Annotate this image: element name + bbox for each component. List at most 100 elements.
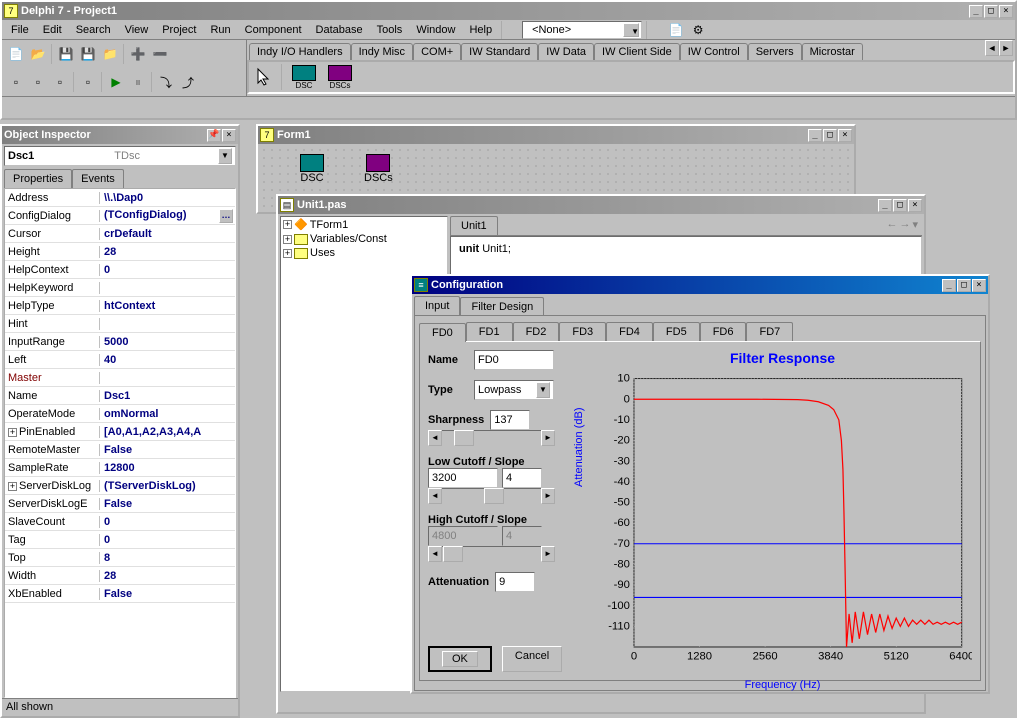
- fd-tab[interactable]: FD0: [419, 323, 466, 342]
- dropdown-icon[interactable]: ▼: [536, 382, 550, 398]
- saveall-icon[interactable]: 💾: [77, 43, 99, 65]
- menu-edit[interactable]: Edit: [36, 22, 69, 38]
- palette-tab[interactable]: IW Control: [680, 43, 748, 60]
- minimize-button[interactable]: _: [942, 279, 956, 292]
- property-row[interactable]: HelpTypehtContext: [5, 297, 235, 315]
- nav-back-icon[interactable]: ←: [886, 218, 897, 231]
- tab-input[interactable]: Input: [414, 296, 460, 315]
- nav-drop-icon[interactable]: ▾: [912, 218, 918, 231]
- palette-tab-active[interactable]: Microstar: [802, 43, 863, 60]
- property-value[interactable]: False: [100, 588, 235, 600]
- menu-view[interactable]: View: [118, 22, 156, 38]
- oi-instance-combo[interactable]: Dsc1 TDsc ▼: [4, 146, 236, 166]
- property-value[interactable]: 40: [100, 354, 235, 366]
- property-row[interactable]: ConfigDialog(TConfigDialog)…: [5, 207, 235, 225]
- property-value[interactable]: 5000: [100, 336, 235, 348]
- new-icon[interactable]: 📄: [5, 43, 27, 65]
- sticky-button[interactable]: 📌: [207, 129, 221, 142]
- property-value[interactable]: 0: [100, 516, 235, 528]
- maximize-button[interactable]: □: [984, 5, 998, 18]
- menu-tools[interactable]: Tools: [370, 22, 410, 38]
- project-combo[interactable]: <None> ▼: [522, 21, 642, 39]
- pause-icon[interactable]: ⏸: [127, 71, 149, 93]
- property-row[interactable]: Width28: [5, 567, 235, 585]
- property-value[interactable]: (TServerDiskLog): [100, 480, 235, 492]
- property-row[interactable]: Height28: [5, 243, 235, 261]
- run-icon[interactable]: ▶: [105, 71, 127, 93]
- property-row[interactable]: OperateModeomNormal: [5, 405, 235, 423]
- fd-tab[interactable]: FD4: [606, 322, 653, 341]
- slider-thumb[interactable]: [454, 430, 474, 446]
- nav-fwd-icon[interactable]: →: [899, 218, 910, 231]
- tool-icon[interactable]: 📄: [665, 19, 687, 41]
- tab-properties[interactable]: Properties: [4, 169, 72, 188]
- palette-tab[interactable]: Indy Misc: [351, 43, 413, 60]
- close-button[interactable]: ×: [838, 129, 852, 142]
- property-row[interactable]: RemoteMasterFalse: [5, 441, 235, 459]
- tree-node[interactable]: +Variables/Const: [281, 232, 447, 246]
- trace-icon[interactable]: ⤵: [155, 71, 177, 93]
- slider-right-icon[interactable]: ►: [541, 488, 555, 504]
- palette-tab[interactable]: IW Standard: [461, 43, 538, 60]
- fd-tab[interactable]: FD3: [559, 322, 606, 341]
- palette-tab[interactable]: Servers: [748, 43, 802, 60]
- property-row[interactable]: SampleRate12800: [5, 459, 235, 477]
- oi-property-grid[interactable]: Address\\.\Dap0ConfigDialog(TConfigDialo…: [4, 188, 236, 698]
- open-icon[interactable]: 📂: [27, 43, 49, 65]
- type-select[interactable]: Lowpass▼: [474, 380, 554, 400]
- low-slope-input[interactable]: [502, 468, 542, 488]
- menu-file[interactable]: File: [4, 22, 36, 38]
- property-value[interactable]: False: [100, 498, 235, 510]
- minimize-button[interactable]: _: [878, 199, 892, 212]
- newform-icon[interactable]: ▫: [77, 71, 99, 93]
- openproject-icon[interactable]: 📁: [99, 43, 121, 65]
- fd-tab[interactable]: FD7: [746, 322, 793, 341]
- property-value[interactable]: [A0,A1,A2,A3,A4,A: [100, 426, 235, 438]
- step-icon[interactable]: ⤴: [177, 71, 199, 93]
- tab-filter-design[interactable]: Filter Design: [460, 297, 544, 316]
- slider-thumb[interactable]: [484, 488, 504, 504]
- property-row[interactable]: HelpContext0: [5, 261, 235, 279]
- maximize-button[interactable]: □: [823, 129, 837, 142]
- viewunit-icon[interactable]: ▫: [5, 71, 27, 93]
- menu-window[interactable]: Window: [409, 22, 462, 38]
- close-button[interactable]: ×: [972, 279, 986, 292]
- property-value[interactable]: False: [100, 444, 235, 456]
- palette-tab[interactable]: COM+: [413, 43, 461, 60]
- property-value[interactable]: omNormal: [100, 408, 235, 420]
- property-row[interactable]: Hint: [5, 315, 235, 333]
- viewform-icon[interactable]: ▫: [27, 71, 49, 93]
- save-icon[interactable]: 💾: [55, 43, 77, 65]
- palette-tab[interactable]: IW Data: [538, 43, 594, 60]
- tree-node[interactable]: +🔶TForm1: [281, 217, 447, 232]
- palette-tab[interactable]: IW Client Side: [594, 43, 680, 60]
- menu-database[interactable]: Database: [309, 22, 370, 38]
- menu-run[interactable]: Run: [203, 22, 237, 38]
- name-input[interactable]: [474, 350, 554, 370]
- property-row[interactable]: CursorcrDefault: [5, 225, 235, 243]
- dropdown-icon[interactable]: ▼: [218, 148, 232, 164]
- property-row[interactable]: InputRange5000: [5, 333, 235, 351]
- fd-tab[interactable]: FD2: [513, 322, 560, 341]
- property-row[interactable]: +ServerDiskLog(TServerDiskLog): [5, 477, 235, 495]
- ce-tab-unit[interactable]: Unit1: [450, 216, 498, 235]
- slider-left-icon[interactable]: ◄: [428, 430, 442, 446]
- property-row[interactable]: +PinEnabled[A0,A1,A2,A3,A4,A: [5, 423, 235, 441]
- maximize-button[interactable]: □: [893, 199, 907, 212]
- fd-tab[interactable]: FD5: [653, 322, 700, 341]
- tool-icon[interactable]: ⚙: [687, 19, 709, 41]
- menu-help[interactable]: Help: [462, 22, 499, 38]
- fd-tab[interactable]: FD6: [700, 322, 747, 341]
- property-value[interactable]: (TConfigDialog)…: [100, 209, 235, 223]
- low-cutoff-slider[interactable]: ◄►: [428, 488, 555, 504]
- palette-right-icon[interactable]: ►: [999, 40, 1013, 56]
- expand-icon[interactable]: +: [283, 220, 292, 229]
- property-row[interactable]: NameDsc1: [5, 387, 235, 405]
- tree-node[interactable]: +Uses: [281, 246, 447, 260]
- property-value[interactable]: htContext: [100, 300, 235, 312]
- property-value[interactable]: 0: [100, 534, 235, 546]
- slider-right-icon[interactable]: ►: [541, 430, 555, 446]
- close-button[interactable]: ×: [999, 5, 1013, 18]
- dropdown-icon[interactable]: ▼: [623, 23, 639, 37]
- property-row[interactable]: Tag0: [5, 531, 235, 549]
